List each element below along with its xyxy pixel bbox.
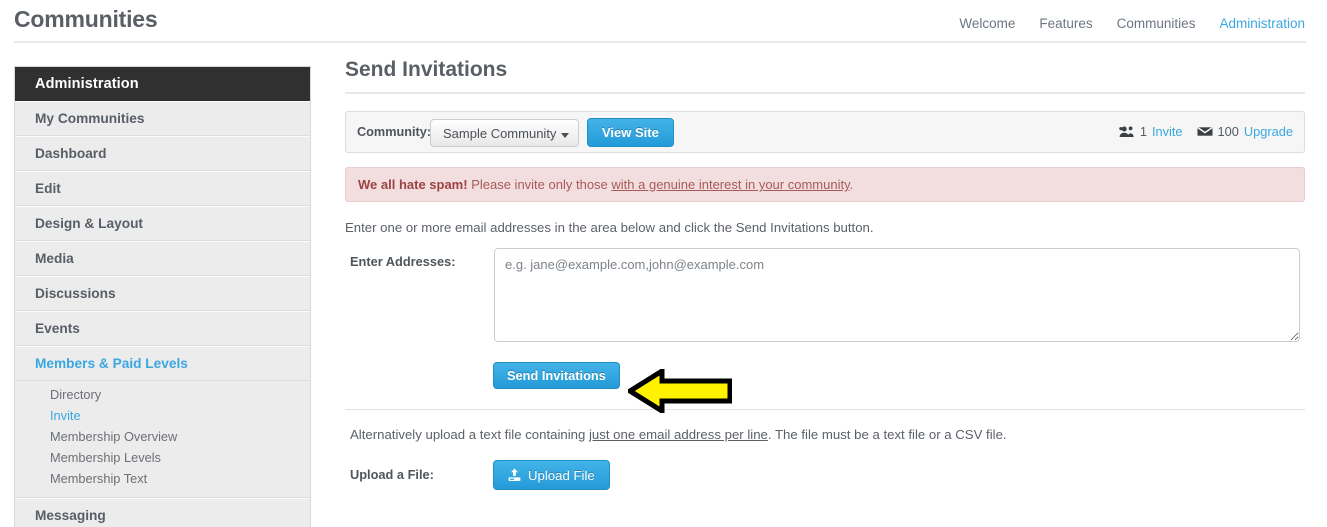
community-label: Community: — [357, 125, 432, 139]
nav-item-features[interactable]: Features — [1039, 15, 1092, 33]
upload-instructions-before: Alternatively upload a text file contain… — [350, 427, 589, 442]
page-title-divider — [345, 92, 1305, 94]
sidebar-item-messaging[interactable]: Messaging — [15, 498, 310, 527]
upload-instructions: Alternatively upload a text file contain… — [350, 427, 1007, 442]
sidebar-item-design-layout[interactable]: Design & Layout — [15, 206, 310, 241]
section-divider — [345, 409, 1305, 410]
sidebar-item-edit[interactable]: Edit — [15, 171, 310, 206]
sidebar-item-discussions[interactable]: Discussions — [15, 276, 310, 311]
instructions-text: Enter one or more email addresses in the… — [345, 220, 874, 235]
alert-strong-text: We all hate spam! — [358, 177, 468, 192]
sidebar-subitem-membership-text[interactable]: Membership Text — [15, 468, 310, 489]
upload-file-button[interactable]: Upload File — [493, 460, 610, 490]
envelope-icon — [1196, 126, 1213, 137]
upload-icon — [508, 468, 521, 482]
upgrade-quota: 100 Upgrade — [1196, 124, 1293, 139]
addresses-input[interactable] — [494, 248, 1300, 342]
sidebar-submenu: Directory Invite Membership Overview Mem… — [15, 381, 310, 498]
alert-link[interactable]: with a genuine interest in your communit… — [611, 177, 849, 192]
alert-text-before: Please invite only those — [467, 177, 612, 192]
sidebar-item-members-paid-levels[interactable]: Members & Paid Levels — [15, 346, 310, 381]
view-site-label: View Site — [602, 125, 659, 140]
sidebar-item-dashboard[interactable]: Dashboard — [15, 136, 310, 171]
invite-quota: 1 Invite — [1119, 124, 1183, 139]
page-root: Communities Welcome Features Communities… — [0, 0, 1327, 527]
page-title: Send Invitations — [345, 58, 508, 81]
quota-summary: 1 Invite 100 Upgrade — [1119, 124, 1293, 139]
nav-item-administration[interactable]: Administration — [1219, 15, 1305, 33]
send-invitations-button[interactable]: Send Invitations — [493, 362, 620, 389]
sidebar-item-my-communities[interactable]: My Communities — [15, 101, 310, 136]
sidebar-item-events[interactable]: Events — [15, 311, 310, 346]
sidebar: Administration My Communities Dashboard … — [14, 66, 311, 527]
top-bar: Communities Welcome Features Communities… — [0, 0, 1327, 44]
sidebar-subitem-invite[interactable]: Invite — [15, 405, 310, 426]
nav-item-welcome[interactable]: Welcome — [959, 15, 1015, 33]
send-invitations-label: Send Invitations — [507, 368, 606, 383]
annotation-arrow — [625, 366, 733, 416]
sidebar-subitem-membership-overview[interactable]: Membership Overview — [15, 426, 310, 447]
addresses-form-row: Enter Addresses: Send Invitations Altern… — [345, 248, 1307, 490]
sidebar-subitem-directory[interactable]: Directory — [15, 384, 310, 405]
invite-count: 1 — [1139, 124, 1147, 139]
upload-file-button-label: Upload File — [528, 467, 595, 483]
nav-link-welcome[interactable]: Welcome — [959, 16, 1015, 31]
header-divider — [14, 41, 1306, 43]
community-select-value: Sample Community — [443, 125, 557, 141]
main-content: Send Invitations Community: Sample Commu… — [345, 58, 1307, 490]
nav-link-administration[interactable]: Administration — [1219, 16, 1305, 31]
addresses-label: Enter Addresses: — [350, 254, 456, 269]
nav-link-features[interactable]: Features — [1039, 16, 1092, 31]
sidebar-item-media[interactable]: Media — [15, 241, 310, 276]
site-brand: Communities — [14, 6, 158, 32]
sidebar-subitem-membership-levels[interactable]: Membership Levels — [15, 447, 310, 468]
upgrade-link[interactable]: Upgrade — [1244, 124, 1293, 139]
view-site-button[interactable]: View Site — [587, 118, 674, 147]
top-navigation: Welcome Features Communities Administrat… — [959, 15, 1305, 33]
chevron-down-icon — [561, 133, 570, 138]
community-toolbar: Community: Sample Community View Site 1 … — [345, 111, 1305, 153]
nav-item-communities[interactable]: Communities — [1117, 15, 1196, 33]
sidebar-heading: Administration — [15, 67, 310, 101]
upload-file-label: Upload a File: — [350, 467, 434, 482]
community-select[interactable]: Sample Community — [430, 119, 580, 147]
spam-warning-alert: We all hate spam! Please invite only tho… — [345, 167, 1305, 202]
users-icon — [1119, 126, 1135, 138]
invite-link[interactable]: Invite — [1152, 124, 1183, 139]
upload-instructions-after: . The file must be a text file or a CSV … — [767, 427, 1007, 442]
nav-link-communities[interactable]: Communities — [1117, 16, 1196, 31]
alert-text-after: . — [849, 177, 854, 192]
upload-instructions-link[interactable]: just one email address per line — [589, 427, 768, 442]
upgrade-count: 100 — [1217, 124, 1239, 139]
